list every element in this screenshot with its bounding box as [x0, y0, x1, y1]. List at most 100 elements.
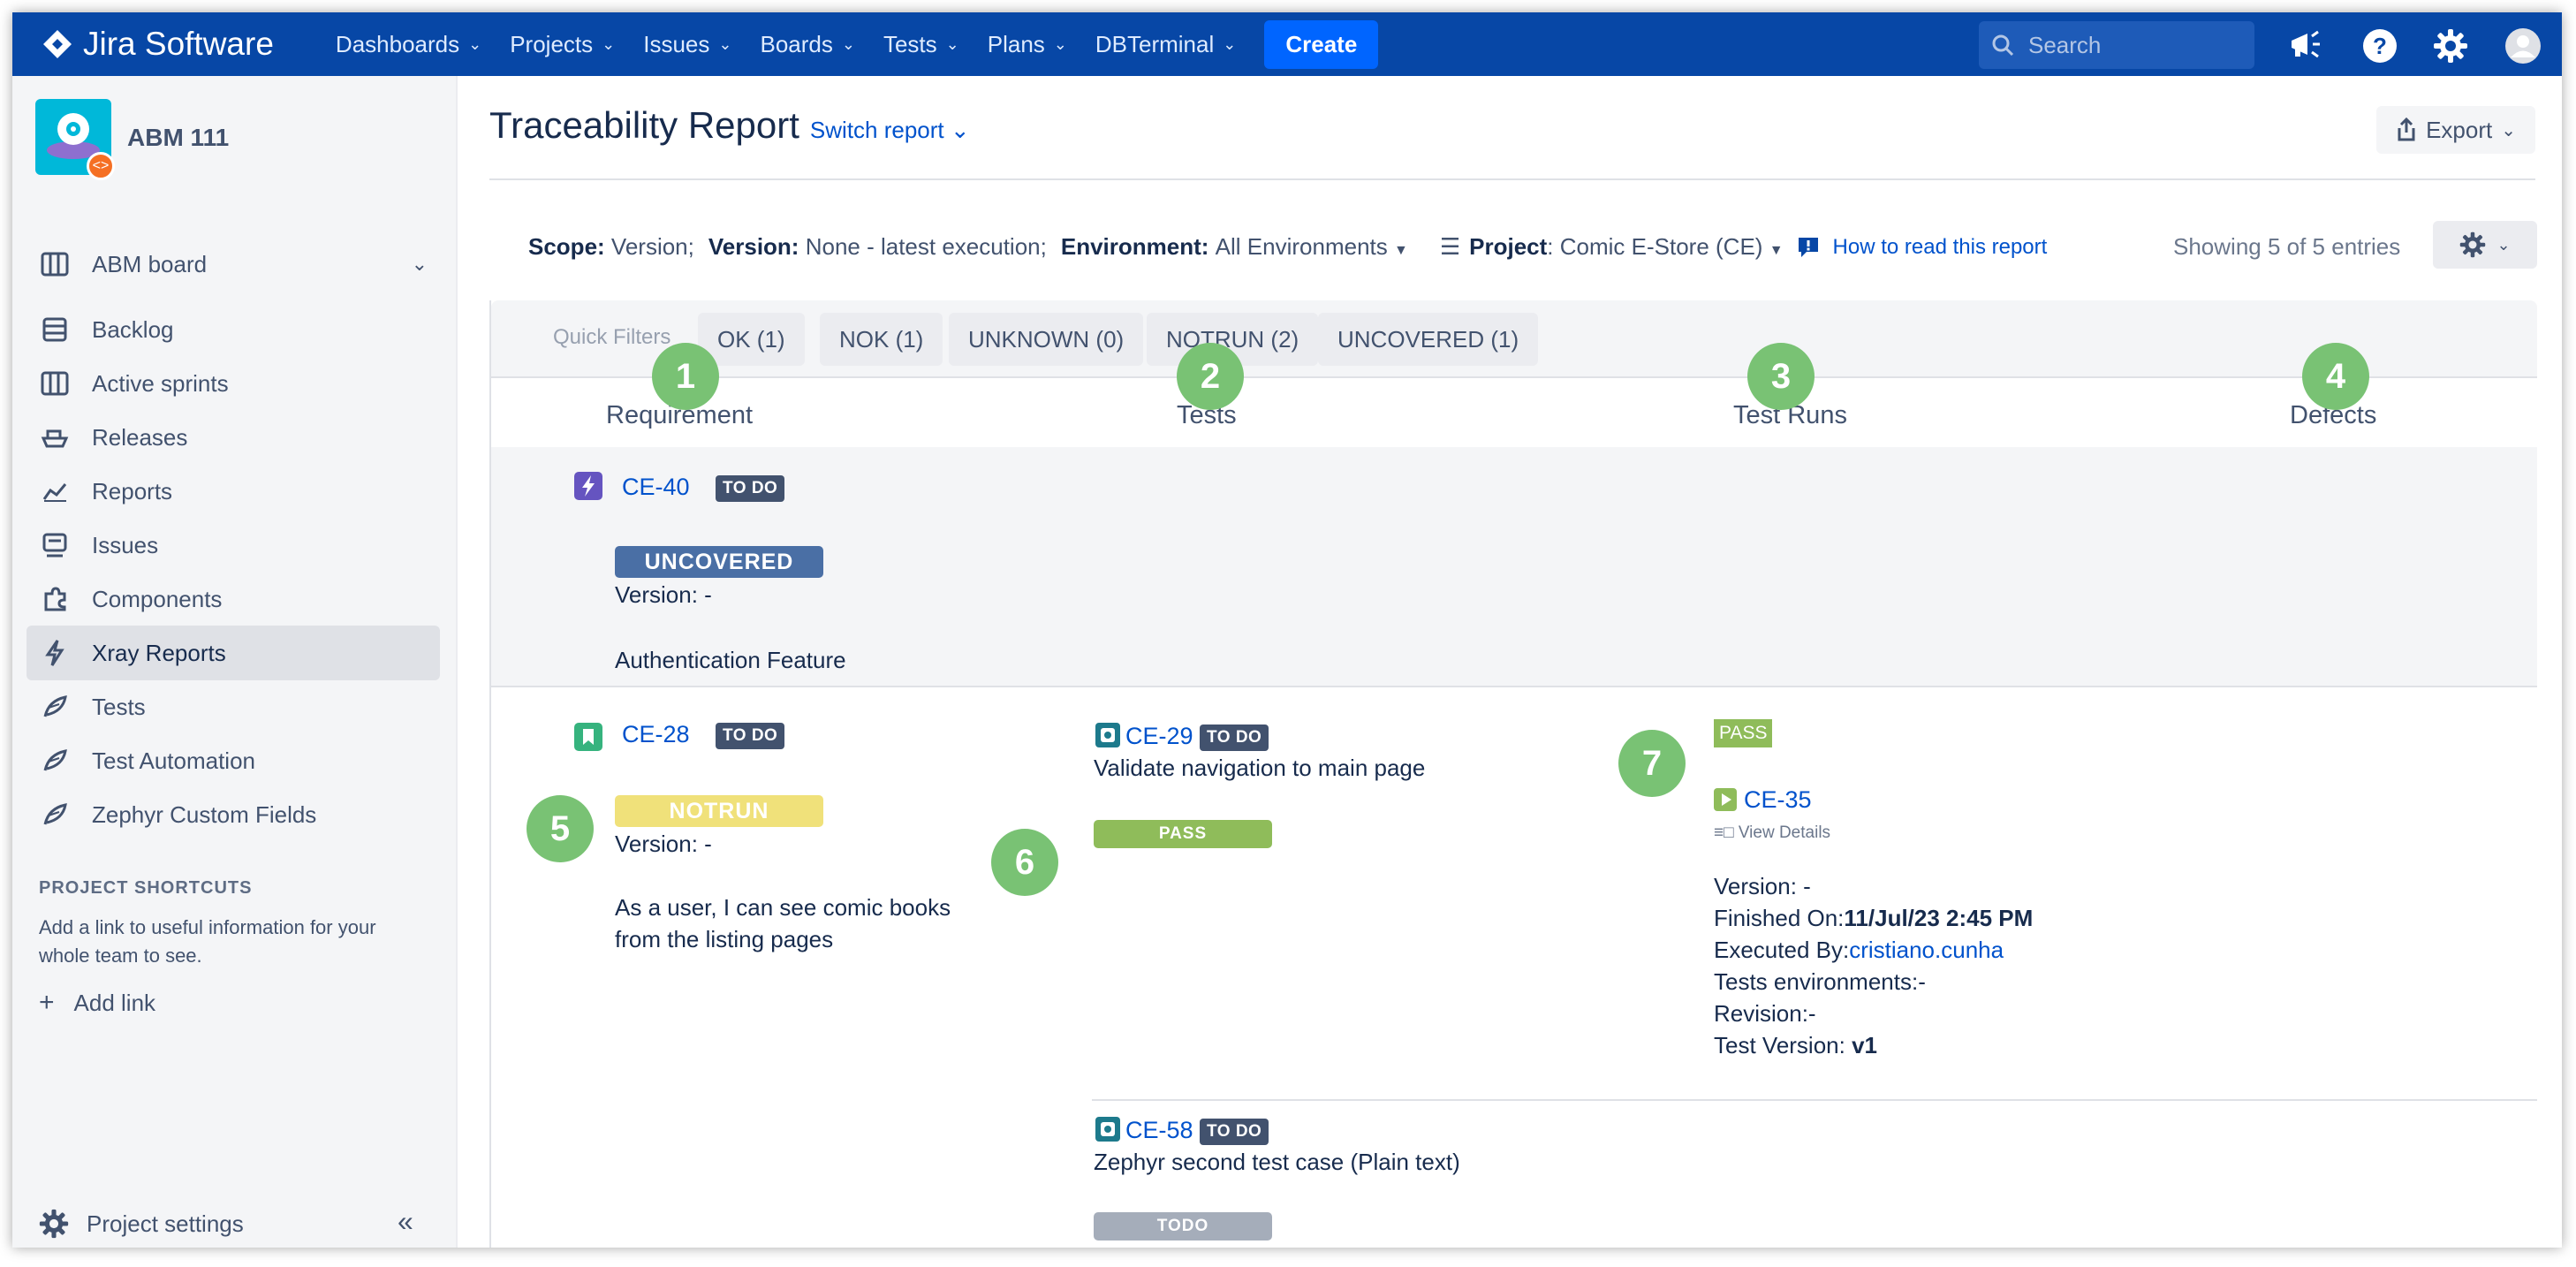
epic-lightning-icon	[574, 472, 602, 500]
shortcuts-description: Add a link to useful information for you…	[39, 916, 376, 967]
requirement-version: Version: -	[615, 581, 712, 608]
version-value: None - latest execution;	[805, 233, 1047, 260]
nav-plans[interactable]: Plans ⌄	[988, 31, 1067, 58]
sidebar-item-components[interactable]: Components	[27, 572, 440, 626]
test-issue-icon	[1095, 723, 1120, 747]
issue-key-link[interactable]: CE-40	[622, 474, 690, 501]
megaphone-icon[interactable]	[2288, 28, 2323, 66]
scope-value: Version;	[610, 233, 694, 260]
environment-filter[interactable]: Environment: All Environments ▼	[1061, 233, 1408, 261]
sidebar-item-backlog[interactable]: Backlog	[27, 302, 440, 357]
sidebar-item-reports[interactable]: Reports	[27, 464, 440, 519]
annotation-badge: 1	[652, 343, 719, 410]
feather-icon	[39, 691, 71, 723]
settings-gear-icon	[2460, 231, 2486, 258]
nav-projects[interactable]: Projects ⌄	[510, 31, 615, 58]
collapse-sidebar-icon[interactable]: «	[398, 1205, 413, 1238]
test-key-link[interactable]: CE-29	[1125, 723, 1193, 750]
filter-nok[interactable]: NOK (1)	[820, 313, 943, 366]
executor-link[interactable]: cristiano.cunha	[1849, 937, 2004, 963]
sidebar-item-label: Test Automation	[92, 747, 255, 774]
sidebar-board-label: ABM board	[92, 250, 208, 277]
sidebar-item-test-automation[interactable]: Test Automation	[27, 733, 440, 788]
sidebar-item-board[interactable]: ABM board ⌄	[27, 237, 440, 292]
how-to-read-link[interactable]: How to read this report	[1796, 235, 2047, 260]
table-row: CE-40 TO DO UNCOVERED Version: - Authent…	[491, 447, 2537, 687]
sidebar-item-releases[interactable]: Releases	[27, 410, 440, 465]
chevron-down-icon: ⌄	[602, 34, 616, 53]
issues-icon	[39, 529, 71, 561]
sidebar-item-active-sprints[interactable]: Active sprints	[27, 356, 440, 411]
settings-gear-icon	[39, 1209, 69, 1239]
project-settings-link[interactable]: Project settings	[39, 1209, 244, 1239]
filter-unknown[interactable]: UNKNOWN (0)	[949, 313, 1144, 366]
create-button[interactable]: Create	[1264, 19, 1379, 69]
backlog-icon	[39, 314, 71, 345]
sidebar-item-issues[interactable]: Issues	[27, 518, 440, 573]
run-status-badge: PASS	[1714, 719, 1773, 747]
annotation-badge: 3	[1747, 343, 1815, 410]
view-details-link[interactable]: ≡□ View Details	[1714, 823, 1830, 843]
chevron-down-icon: ⌄	[1223, 34, 1237, 53]
settings-gear-icon[interactable]	[2433, 28, 2468, 68]
brand-name: Jira Software	[83, 26, 274, 62]
top-navigation: Jira Software Dashboards ⌄ Projects ⌄ Issu…	[12, 12, 2562, 76]
run-finished-on: Finished On:11/Jul/23 2:45 PM	[1714, 905, 2034, 931]
add-link-button[interactable]: + Add link	[39, 988, 155, 1018]
annotation-badge: 4	[2302, 343, 2369, 410]
status-lozenge: TO DO	[1200, 725, 1269, 751]
coverage-status-bar: UNCOVERED	[615, 546, 823, 578]
help-icon[interactable]: ?	[2362, 28, 2398, 68]
divider	[1092, 1099, 2537, 1101]
jira-logo[interactable]: Jira Software	[42, 26, 274, 63]
nav-dashboards[interactable]: Dashboards ⌄	[336, 31, 481, 58]
switch-report-dropdown[interactable]: Switch report ⌄	[810, 117, 970, 144]
test-key-link[interactable]: CE-58	[1125, 1117, 1193, 1144]
lightning-icon	[39, 637, 71, 669]
requirement-summary: Authentication Feature	[615, 647, 846, 673]
export-button[interactable]: Export ⌄	[2376, 106, 2535, 154]
run-environments: Tests environments:-	[1714, 968, 1926, 995]
sprint-board-icon	[39, 368, 71, 399]
user-avatar[interactable]	[2505, 28, 2541, 68]
sidebar-item-label: Components	[92, 585, 223, 612]
nav-boards[interactable]: Boards ⌄	[760, 31, 854, 58]
code-badge-icon: <>	[87, 152, 115, 180]
nav-dbterminal[interactable]: DBTerminal ⌄	[1095, 31, 1236, 58]
requirement-version: Version: -	[615, 831, 712, 857]
chevron-down-icon: ⌄	[468, 34, 482, 53]
report-settings-button[interactable]: ⌄	[2433, 221, 2537, 269]
sidebar-item-tests[interactable]: Tests	[27, 679, 440, 734]
annotation-badge: 5	[527, 795, 594, 862]
project-filter[interactable]: ☰ Project: Comic E-Store (CE) ▼	[1440, 233, 1784, 261]
filter-uncovered[interactable]: UNCOVERED (1)	[1318, 313, 1539, 366]
test-execution-icon	[1714, 788, 1737, 811]
add-link-label: Add link	[73, 989, 156, 1016]
app-window: Jira Software Dashboards ⌄ Projects ⌄ Issu…	[12, 12, 2562, 1248]
plus-icon: +	[39, 988, 55, 1017]
project-sidebar: <> ABM 111 ABM board ⌄ Backlog Active sp…	[12, 76, 458, 1248]
chevron-down-icon: ⌄	[945, 34, 959, 53]
page-title: Traceability Report	[489, 104, 799, 146]
nav-tests[interactable]: Tests ⌄	[883, 31, 959, 58]
annotation-badge: 7	[1618, 730, 1686, 797]
scope-label: Scope:	[528, 233, 605, 260]
nav-issues[interactable]: Issues ⌄	[643, 31, 731, 58]
sidebar-item-xray-reports[interactable]: Xray Reports	[27, 626, 440, 680]
chevron-down-icon: ⌄	[411, 253, 428, 275]
run-test-version: Test Version: v1	[1714, 1032, 1877, 1058]
puzzle-icon	[39, 583, 71, 615]
sidebar-item-zephyr-custom-fields[interactable]: Zephyr Custom Fields	[27, 787, 440, 842]
search-input[interactable]: Search	[1979, 21, 2254, 69]
search-placeholder: Search	[2028, 31, 2102, 58]
jira-diamond-icon	[43, 30, 72, 58]
test-result-bar: TODO	[1094, 1212, 1272, 1240]
chevron-down-icon: ⌄	[841, 34, 855, 53]
test-issue-icon	[1095, 1117, 1120, 1142]
coverage-status-bar: NOTRUN	[615, 795, 823, 827]
test-run-key-link[interactable]: CE-35	[1744, 786, 1812, 814]
search-icon	[1992, 34, 2014, 57]
sidebar-item-label: Issues	[92, 531, 159, 558]
issue-key-link[interactable]: CE-28	[622, 721, 690, 748]
report-scope-bar: Scope: Version; Version: None - latest e…	[528, 233, 2047, 261]
